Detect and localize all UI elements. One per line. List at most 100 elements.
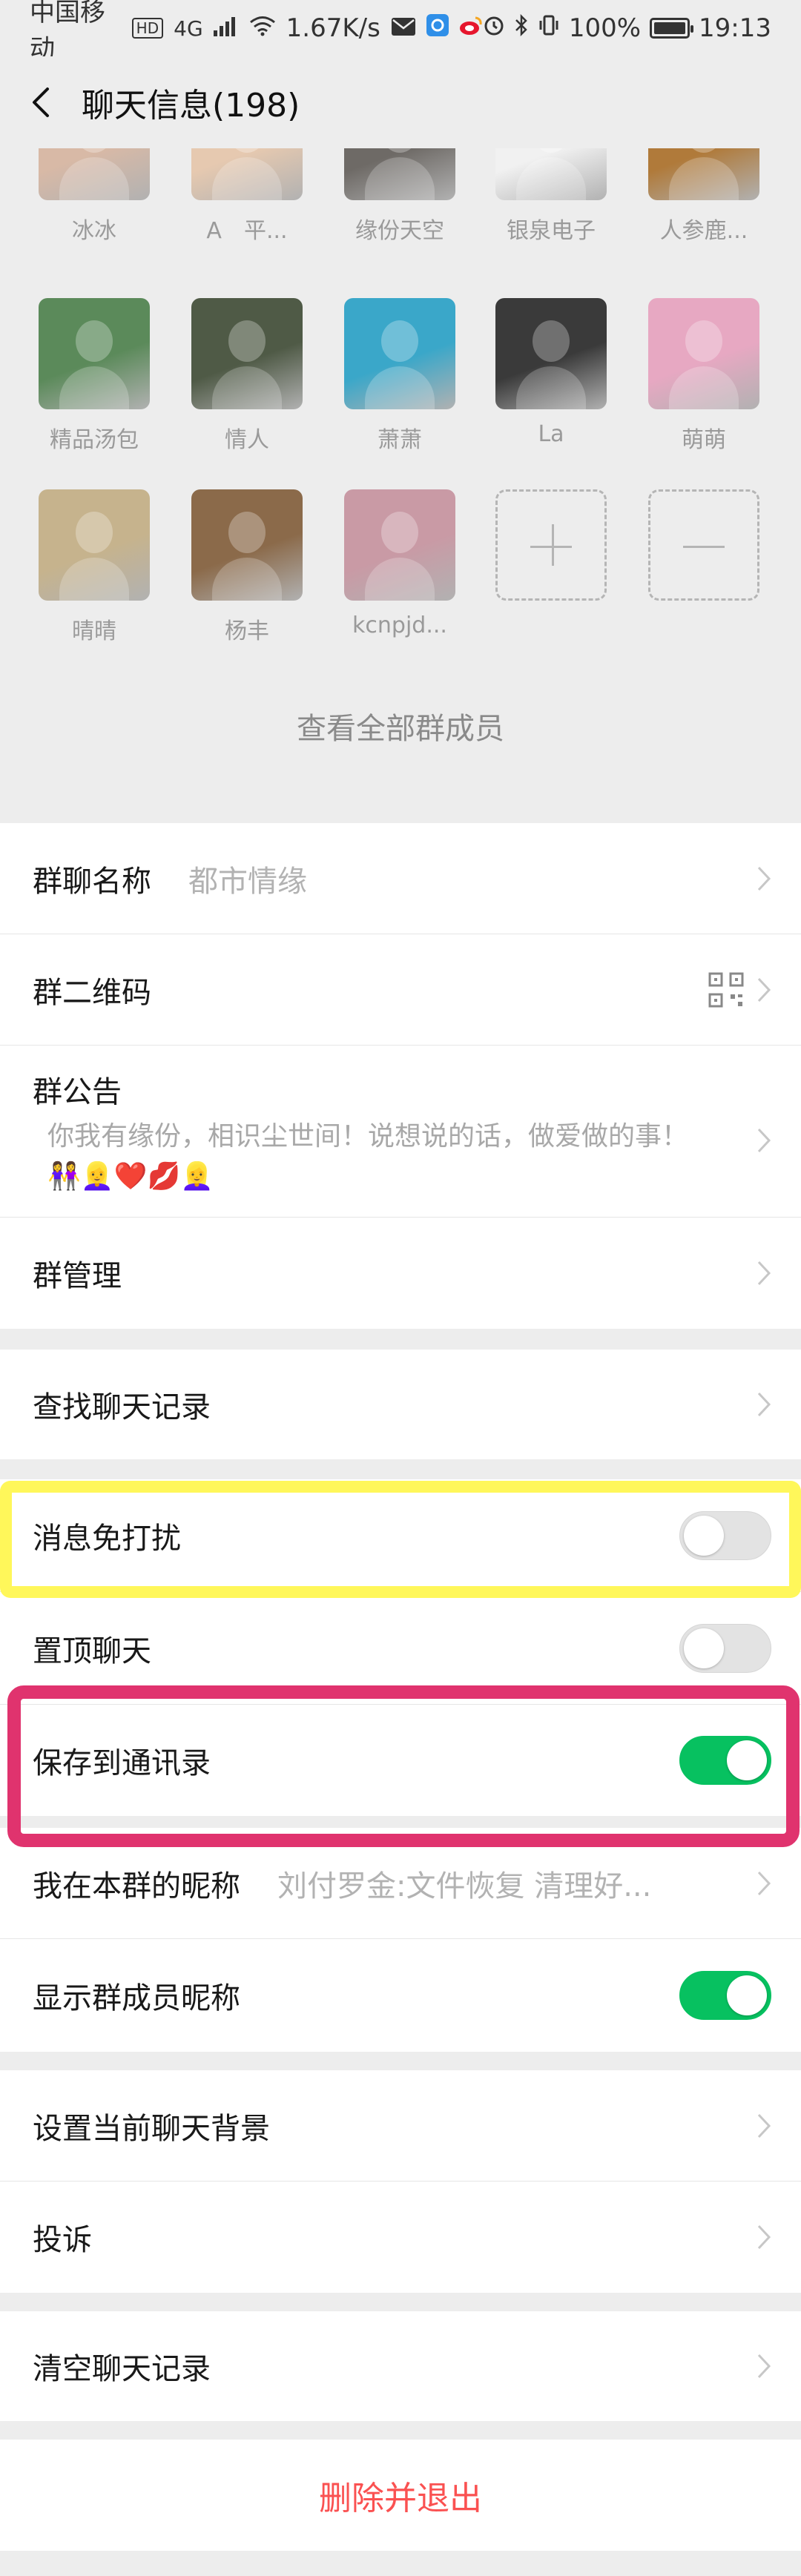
avatar	[344, 298, 455, 409]
report-label: 投诉	[33, 2223, 92, 2257]
toggle-knob	[684, 1628, 724, 1668]
nickname-section: 我在本群的昵称 刘付罗金:文件恢复 清理好... 显示群成员昵称	[0, 1828, 801, 2052]
avatar	[191, 148, 303, 200]
member-item[interactable]: La	[495, 298, 607, 447]
member-item[interactable]: 萌萌	[648, 298, 759, 454]
pin-toggle[interactable]	[679, 1623, 771, 1673]
chat-background-label: 设置当前聊天背景	[33, 2111, 270, 2146]
my-nickname-row[interactable]: 我在本群的昵称 刘付罗金:文件恢复 清理好...	[0, 1828, 801, 1939]
group-qr-row[interactable]: 群二维码	[0, 934, 801, 1046]
battery-percent: 100%	[568, 13, 642, 43]
save-contacts-row: 保存到通讯录	[0, 1705, 801, 1816]
member-item[interactable]: 人参鹿...	[648, 148, 759, 245]
search-history-label: 查找聊天记录	[33, 1390, 211, 1424]
search-section: 查找聊天记录	[0, 1350, 801, 1459]
avatar	[191, 298, 303, 409]
member-item[interactable]: 晴晴	[39, 489, 150, 645]
save-contacts-toggle[interactable]	[679, 1736, 771, 1785]
member-name: 萌萌	[682, 427, 726, 453]
chevron-right-icon	[757, 1392, 771, 1417]
weibo-icon	[459, 13, 483, 43]
chevron-right-icon	[757, 977, 771, 1002]
signal-icon	[213, 13, 239, 43]
avatar	[648, 148, 759, 200]
delete-exit-button[interactable]: 删除并退出	[0, 2471, 801, 2519]
status-bar: 中国移动 HD 4G 1.67K/s 100% 19:13	[0, 0, 801, 64]
network-type: 4G	[174, 16, 203, 41]
member-name: 晴晴	[72, 618, 116, 644]
search-history-row[interactable]: 查找聊天记录	[0, 1350, 801, 1459]
pin-row: 置顶聊天	[0, 1592, 801, 1705]
chevron-right-icon	[757, 2225, 771, 2250]
member-item[interactable]: kcnpjd...	[344, 489, 455, 638]
toggle-knob	[684, 1515, 724, 1556]
minus-icon	[648, 489, 759, 601]
group-qr-label: 群二维码	[33, 975, 151, 1010]
view-all-members-link[interactable]: 查看全部群成员	[0, 704, 801, 747]
member-item[interactable]: 银泉电子	[495, 148, 607, 245]
group-notice-row[interactable]: 群公告 你我有缘份，相识尘世间！说想说的话，做爱做的事！👭👱‍♀️❤️💋👱‍♀️	[0, 1046, 801, 1218]
chat-options-section: 消息免打扰 置顶聊天 保存到通讯录	[0, 1479, 801, 1816]
member-name: 缘份天空	[355, 218, 444, 244]
member-item[interactable]: 萧萧	[344, 298, 455, 454]
page-title: 聊天信息(198)	[82, 87, 300, 125]
my-nickname-label: 我在本群的昵称	[33, 1869, 240, 1903]
chevron-right-icon	[757, 866, 771, 891]
battery-icon	[650, 18, 694, 39]
toggle-knob	[727, 1740, 767, 1780]
avatar	[191, 489, 303, 601]
group-manage-row[interactable]: 群管理	[0, 1218, 801, 1329]
avatar	[344, 148, 455, 200]
qr-code-icon	[708, 972, 744, 1007]
clear-history-row[interactable]: 清空聊天记录	[0, 2311, 801, 2421]
carrier-name: 中国移动	[30, 0, 105, 64]
delete-exit-row[interactable]: 删除并退出	[0, 2440, 801, 2551]
group-name-row[interactable]: 群聊名称 都市情缘	[0, 823, 801, 934]
member-name: 冰冰	[72, 218, 116, 244]
vibrate-icon	[538, 13, 560, 43]
member-name: A 平...	[206, 218, 288, 244]
battery-fill	[654, 22, 686, 34]
chevron-right-icon	[757, 1128, 771, 1153]
group-info-section: 群聊名称 都市情缘 群二维码 群公告 你我有缘份，相识尘世间！说想说的话，做爱做…	[0, 823, 801, 1329]
member-item[interactable]: 精品汤包	[39, 298, 150, 454]
toggle-knob	[727, 1975, 767, 2015]
mute-toggle[interactable]	[679, 1510, 771, 1560]
mute-label: 消息免打扰	[33, 1521, 181, 1556]
member-item[interactable]: 情人	[191, 298, 303, 454]
member-grid: 冰冰 A 平... 缘份天空 银泉电子 人参鹿... 精品汤包 情人 萧萧 La 萌萌晴晴 杨丰 kc…	[0, 148, 801, 805]
add-member-button[interactable]	[495, 489, 607, 601]
my-nickname-value: 刘付罗金:文件恢复 清理好...	[277, 1869, 652, 1903]
mute-row: 消息免打扰	[0, 1479, 801, 1592]
member-item[interactable]: A 平...	[191, 148, 303, 245]
pin-label: 置顶聊天	[33, 1634, 151, 1668]
chevron-right-icon	[757, 1871, 771, 1895]
member-item[interactable]: 杨丰	[191, 489, 303, 645]
clear-section: 清空聊天记录	[0, 2311, 801, 2421]
avatar	[495, 148, 607, 200]
nav-bar: 聊天信息(198)	[0, 56, 801, 148]
chevron-left-icon	[33, 87, 49, 117]
group-notice-text: 你我有缘份，相识尘世间！说想说的话，做爱做的事！👭👱‍♀️❤️💋👱‍♀️	[47, 1121, 689, 1192]
member-name: 银泉电子	[507, 218, 596, 244]
report-row[interactable]: 投诉	[0, 2182, 801, 2293]
back-button[interactable]	[0, 56, 82, 148]
member-item[interactable]: 冰冰	[39, 148, 150, 245]
avatar	[39, 148, 150, 200]
member-name: 杨丰	[225, 618, 269, 644]
clock: 19:13	[699, 13, 771, 43]
bluetooth-icon	[514, 13, 529, 43]
group-name-label: 群聊名称	[33, 864, 151, 899]
remove-member-button[interactable]	[648, 489, 759, 601]
avatar	[648, 298, 759, 409]
group-notice-label: 群公告	[33, 1075, 122, 1109]
chat-background-row[interactable]: 设置当前聊天背景	[0, 2070, 801, 2182]
avatar	[39, 489, 150, 601]
clear-history-label: 清空聊天记录	[33, 2352, 211, 2386]
show-nicknames-toggle[interactable]	[679, 1971, 771, 2020]
misc-section: 设置当前聊天背景 投诉	[0, 2070, 801, 2293]
mail-icon	[391, 13, 416, 43]
member-item[interactable]: 缘份天空	[344, 148, 455, 245]
hd-icon: HD	[131, 18, 164, 39]
app-notification-icon	[426, 13, 449, 43]
